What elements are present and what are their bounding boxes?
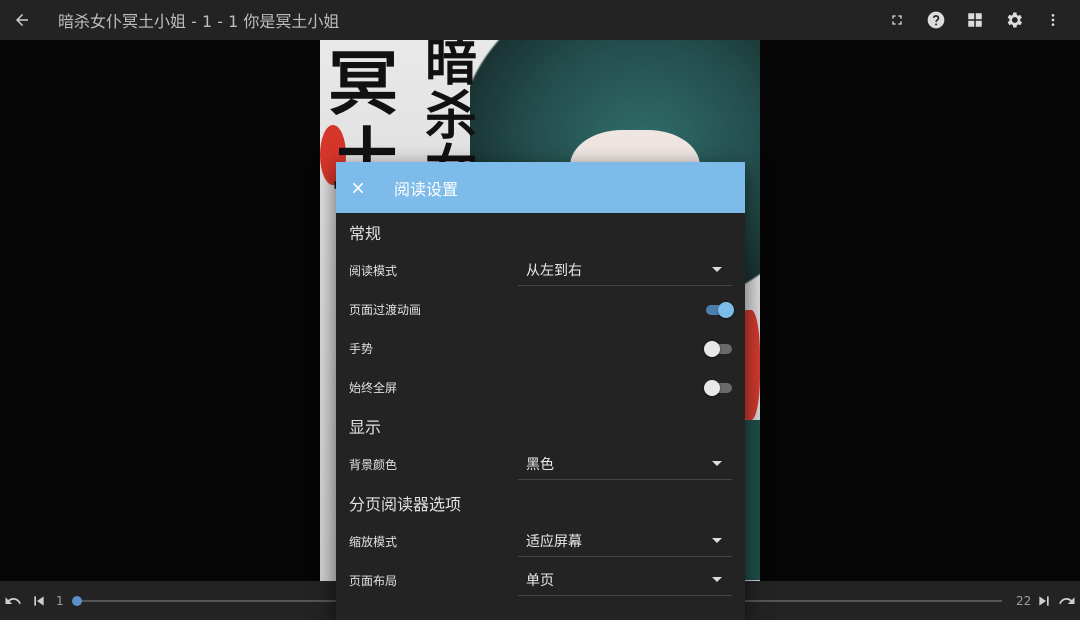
undo-button[interactable] xyxy=(0,581,26,620)
toggle-knob xyxy=(704,380,720,396)
select-value: 适应屏幕 xyxy=(526,534,582,550)
help-button[interactable] xyxy=(916,0,955,40)
select-value: 单页 xyxy=(526,573,554,589)
setting-page-transition: 页面过渡动画 xyxy=(336,290,745,329)
toggle-knob xyxy=(704,341,720,357)
more-vert-icon xyxy=(1051,14,1054,26)
section-display: 显示 xyxy=(349,418,382,437)
always-fullscreen-toggle[interactable] xyxy=(704,380,734,396)
select-value: 黑色 xyxy=(526,457,554,473)
setting-always-fullscreen: 始终全屏 xyxy=(336,368,745,407)
settings-button[interactable] xyxy=(994,0,1033,40)
redo-button[interactable] xyxy=(1054,581,1080,620)
zoom-mode-select[interactable]: 适应屏幕 xyxy=(518,526,732,557)
total-page-number: 22 xyxy=(1016,593,1032,608)
more-button[interactable] xyxy=(1033,0,1072,40)
page-grid-button[interactable] xyxy=(955,0,994,40)
back-arrow-icon xyxy=(16,14,28,26)
gestures-toggle[interactable] xyxy=(704,341,734,357)
reading-settings-dialog: 阅读设置 常规 阅读模式 从左到右 页面过渡动画 手势 始终全屏 显示 背景颜色… xyxy=(336,162,745,620)
current-page-number: 1 xyxy=(56,593,64,608)
setting-gestures: 手势 xyxy=(336,329,745,368)
page-transition-toggle[interactable] xyxy=(704,302,734,318)
dropdown-caret-icon xyxy=(712,267,722,272)
section-general: 常规 xyxy=(349,224,382,243)
fullscreen-button[interactable] xyxy=(877,0,916,40)
first-page-button[interactable] xyxy=(26,581,52,620)
dropdown-caret-icon xyxy=(712,538,722,543)
page-layout-select[interactable]: 单页 xyxy=(518,565,732,596)
fullscreen-icon xyxy=(891,15,902,25)
close-icon xyxy=(352,182,364,193)
setting-label: 背景颜色 xyxy=(349,458,398,472)
background-color-select[interactable]: 黑色 xyxy=(518,449,732,480)
redo-icon xyxy=(1059,596,1075,604)
setting-label: 始终全屏 xyxy=(349,381,398,395)
setting-label: 阅读模式 xyxy=(349,264,398,278)
toggle-knob xyxy=(718,302,734,318)
setting-reading-mode: 阅读模式 从左到右 xyxy=(336,251,745,290)
page-slider-thumb[interactable] xyxy=(72,596,82,606)
setting-label: 手势 xyxy=(349,342,374,356)
setting-background-color: 背景颜色 黑色 xyxy=(336,445,745,484)
grid-view-icon xyxy=(967,13,982,27)
help-icon xyxy=(927,11,944,29)
skip-previous-icon xyxy=(34,595,44,606)
setting-page-layout: 页面布局 单页 xyxy=(336,561,745,600)
section-paged-reader: 分页阅读器选项 xyxy=(349,495,462,514)
reading-mode-select[interactable]: 从左到右 xyxy=(518,255,732,286)
setting-label: 页面过渡动画 xyxy=(349,303,422,317)
dropdown-caret-icon xyxy=(712,461,722,466)
skip-next-icon xyxy=(1039,595,1049,606)
dropdown-caret-icon xyxy=(712,577,722,582)
setting-zoom-mode: 缩放模式 适应屏幕 xyxy=(336,522,745,561)
close-dialog-button[interactable] xyxy=(336,162,380,213)
undo-icon xyxy=(5,596,21,604)
setting-label: 页面布局 xyxy=(349,574,398,588)
top-app-bar: 暗杀女仆冥土小姐 - 1 - 1 你是冥土小姐 xyxy=(0,0,1080,40)
dialog-header: 阅读设置 xyxy=(336,162,745,213)
chapter-title: 暗杀女仆冥土小姐 - 1 - 1 你是冥土小姐 xyxy=(58,12,340,31)
setting-label: 缩放模式 xyxy=(349,535,398,549)
dialog-title: 阅读设置 xyxy=(394,179,459,199)
settings-gear-icon xyxy=(1007,12,1022,28)
back-button[interactable] xyxy=(0,0,44,40)
select-value: 从左到右 xyxy=(526,263,582,279)
toolbar-actions xyxy=(877,0,1072,40)
reader-app: 暗杀女仆冥土小姐 - 1 - 1 你是冥土小姐 冥 土 暗 杀 1 22 阅读设… xyxy=(0,0,1080,620)
